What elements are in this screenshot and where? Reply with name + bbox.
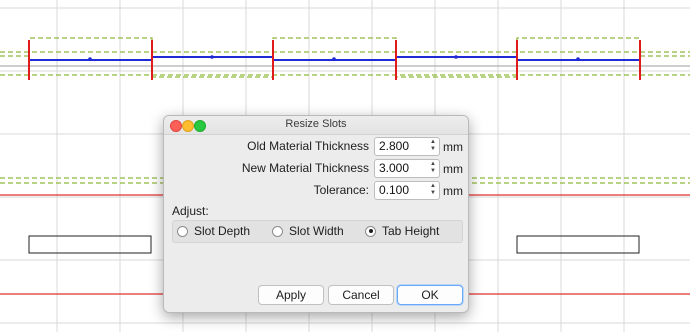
tolerance-arrows[interactable]: ▲ ▼ — [428, 183, 438, 198]
old-thickness-row: Old Material Thickness ▲ ▼ mm — [247, 136, 463, 156]
old-thickness-unit: mm — [443, 139, 463, 154]
dialog-title: Resize Slots — [285, 118, 347, 130]
old-thickness-label: Old Material Thickness — [247, 139, 369, 153]
radio-tab-height[interactable]: Tab Height — [365, 224, 439, 238]
resize-slots-dialog: Resize Slots Old Material Thickness ▲ ▼ … — [163, 115, 469, 313]
old-thickness-stepper[interactable]: ▲ ▼ mm — [374, 136, 463, 156]
tolerance-stepper[interactable]: ▲ ▼ mm — [374, 180, 463, 200]
dialog-titlebar: Resize Slots — [164, 116, 468, 135]
tolerance-unit: mm — [443, 183, 463, 198]
radio-circle-icon[interactable] — [272, 225, 283, 237]
cancel-button[interactable]: Cancel — [328, 285, 394, 305]
ok-button[interactable]: OK — [397, 285, 463, 305]
radio-circle-icon[interactable] — [177, 225, 188, 237]
chevron-down-icon[interactable]: ▼ — [430, 168, 436, 175]
chevron-down-icon[interactable]: ▼ — [430, 190, 436, 197]
radio-slot-depth-label: Slot Depth — [194, 224, 251, 238]
tolerance-input[interactable] — [375, 183, 431, 197]
new-thickness-arrows[interactable]: ▲ ▼ — [428, 161, 438, 176]
new-thickness-label: New Material Thickness — [241, 161, 369, 175]
adjust-label: Adjust: — [172, 204, 209, 218]
new-thickness-input[interactable] — [375, 161, 431, 175]
new-thickness-stepper[interactable]: ▲ ▼ mm — [374, 158, 463, 178]
chevron-down-icon[interactable]: ▼ — [430, 146, 436, 153]
radio-slot-width[interactable]: Slot Width — [272, 224, 344, 238]
chevron-up-icon[interactable]: ▲ — [430, 183, 436, 190]
old-thickness-input[interactable] — [375, 139, 431, 153]
old-thickness-arrows[interactable]: ▲ ▼ — [428, 139, 438, 154]
adjust-radio-group: Slot Depth Slot Width Tab Height — [172, 220, 463, 243]
chevron-up-icon[interactable]: ▲ — [430, 139, 436, 146]
new-thickness-row: New Material Thickness ▲ ▼ mm — [241, 158, 463, 178]
tolerance-row: Tolerance: ▲ ▼ mm — [313, 180, 463, 200]
radio-selected-icon[interactable] — [365, 225, 376, 237]
radio-tab-height-label: Tab Height — [382, 224, 440, 238]
chevron-up-icon[interactable]: ▲ — [430, 161, 436, 168]
apply-button[interactable]: Apply — [258, 285, 324, 305]
new-thickness-unit: mm — [443, 161, 463, 176]
radio-slot-width-label: Slot Width — [289, 224, 344, 238]
tolerance-label: Tolerance: — [313, 183, 369, 197]
radio-slot-depth[interactable]: Slot Depth — [177, 224, 250, 238]
